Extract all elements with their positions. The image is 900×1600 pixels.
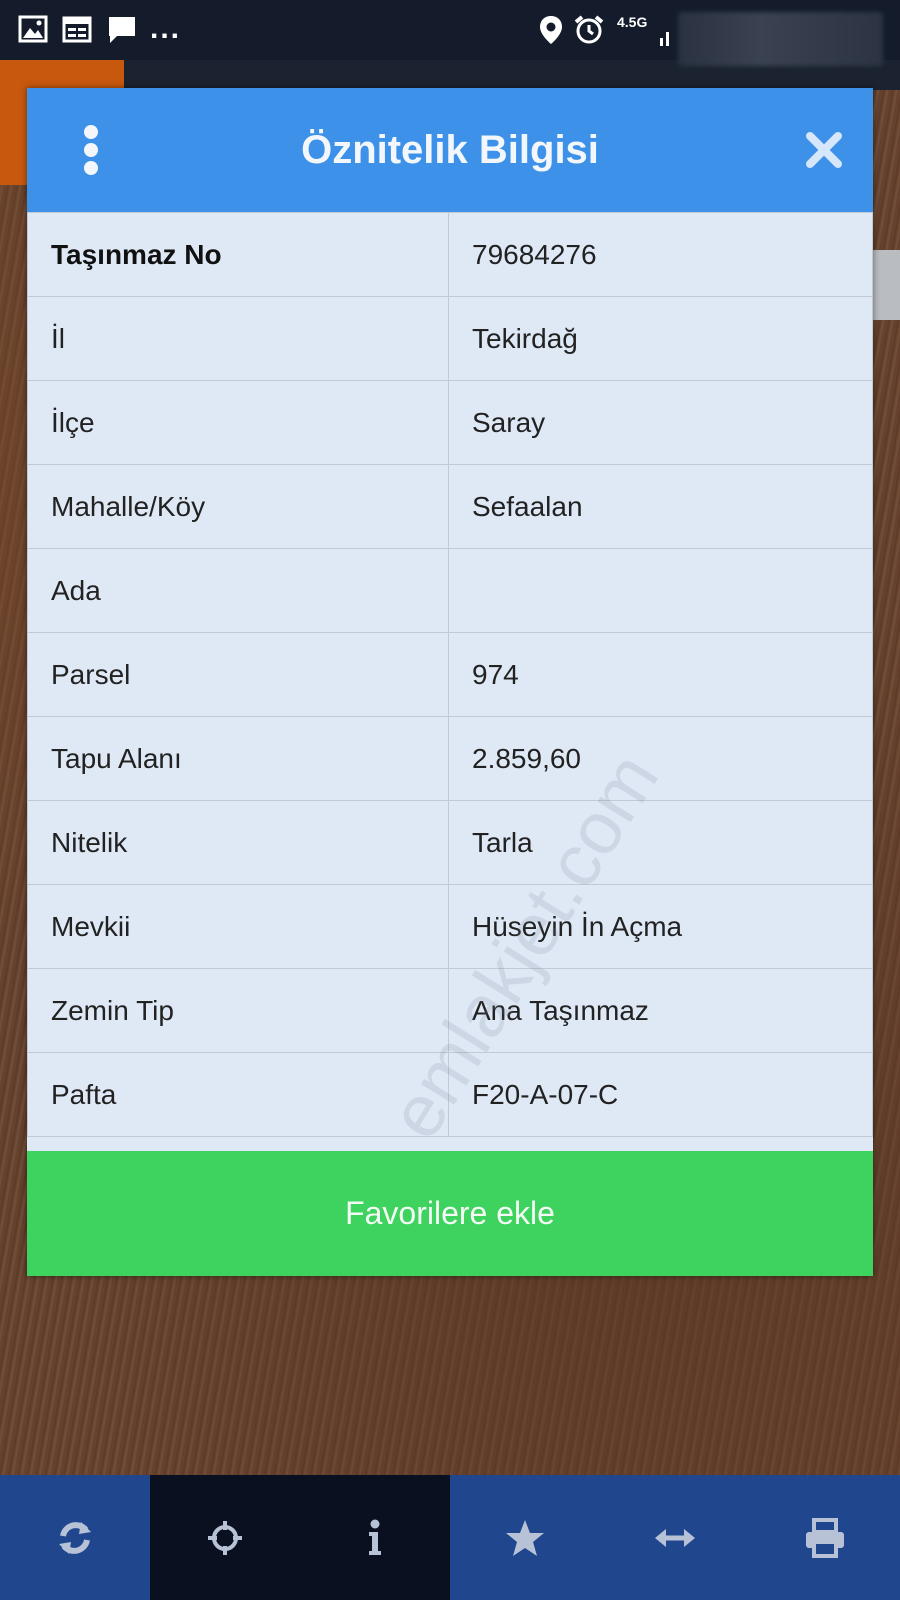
more-vert-icon[interactable]: [75, 124, 107, 176]
favorites-button[interactable]: [450, 1475, 600, 1600]
refresh-button[interactable]: [0, 1475, 150, 1600]
table-row: İl Tekirdağ: [27, 296, 873, 381]
table-row: İlçe Saray: [27, 380, 873, 465]
attribute-value: Tarla: [448, 800, 873, 885]
info-icon: [369, 1519, 381, 1555]
attribute-value: Ana Taşınmaz: [448, 968, 873, 1053]
star-icon: [506, 1519, 544, 1556]
attribute-value: 79684276: [448, 212, 873, 297]
message-icon: [109, 17, 135, 43]
print-icon: [806, 1517, 844, 1558]
table-row: Mahalle/Köy Sefaalan: [27, 464, 873, 549]
table-row: Tapu Alanı 2.859,60: [27, 716, 873, 801]
add-to-favorites-button[interactable]: Favorilere ekle: [27, 1151, 873, 1276]
network-type: 4.5G: [617, 14, 648, 30]
attribute-key: Taşınmaz No: [27, 212, 449, 297]
signal-icon: [660, 32, 669, 46]
table-row: Taşınmaz No 79684276: [27, 212, 873, 297]
measure-icon: [655, 1528, 695, 1547]
map-gray-area: [872, 250, 900, 320]
attribute-key: Parsel: [27, 632, 449, 717]
status-bar: ... 4.5G: [0, 0, 900, 66]
refresh-icon: [59, 1521, 91, 1554]
attribute-key: İlçe: [27, 380, 449, 465]
table-row: Pafta F20-A-07-C: [27, 1052, 873, 1137]
attribute-table: Taşınmaz No 79684276 İl Tekirdağ İlçe Saray Ma…: [27, 212, 873, 1137]
attribute-key: Zemin Tip: [27, 968, 449, 1053]
table-row: Nitelik Tarla: [27, 800, 873, 885]
attribute-key: Mevkii: [27, 884, 449, 969]
attribute-value: 974: [448, 632, 873, 717]
attribute-value: Tekirdağ: [448, 296, 873, 381]
attribute-value: Sefaalan: [448, 464, 873, 549]
locate-icon: [208, 1520, 242, 1555]
attribute-key: İl: [27, 296, 449, 381]
table-row: Parsel 974: [27, 632, 873, 717]
attribute-key: Ada: [27, 548, 449, 633]
attribute-key: Nitelik: [27, 800, 449, 885]
attribute-value: [448, 548, 873, 633]
attribute-value: Saray: [448, 380, 873, 465]
attribute-value: F20-A-07-C: [448, 1052, 873, 1137]
attribute-key: Pafta: [27, 1052, 449, 1137]
location-icon: [540, 16, 562, 44]
info-button[interactable]: [300, 1475, 450, 1600]
table-row: Ada: [27, 548, 873, 633]
attribute-dialog: Öznitelik Bilgisi Taşınmaz No 79684276 İl T…: [27, 88, 873, 1276]
calendar-icon: [62, 16, 92, 43]
measure-button[interactable]: [600, 1475, 750, 1600]
bottom-toolbar: [0, 1475, 900, 1600]
redacted-status-area: [678, 12, 883, 66]
dialog-title: Öznitelik Bilgisi: [301, 128, 599, 172]
table-row: Zemin Tip Ana Taşınmaz: [27, 968, 873, 1053]
attribute-value: 2.859,60: [448, 716, 873, 801]
attribute-key: Tapu Alanı: [27, 716, 449, 801]
attribute-value: Hüseyin İn Açma: [448, 884, 873, 969]
overflow-dots: ...: [150, 12, 182, 45]
alarm-icon: [574, 15, 604, 44]
attribute-key: Mahalle/Köy: [27, 464, 449, 549]
print-button[interactable]: [750, 1475, 900, 1600]
dialog-header: Öznitelik Bilgisi: [27, 88, 873, 212]
locate-button[interactable]: [150, 1475, 300, 1600]
table-row: Mevkii Hüseyin İn Açma: [27, 884, 873, 969]
image-icon: [18, 15, 48, 43]
close-icon[interactable]: [804, 130, 844, 170]
